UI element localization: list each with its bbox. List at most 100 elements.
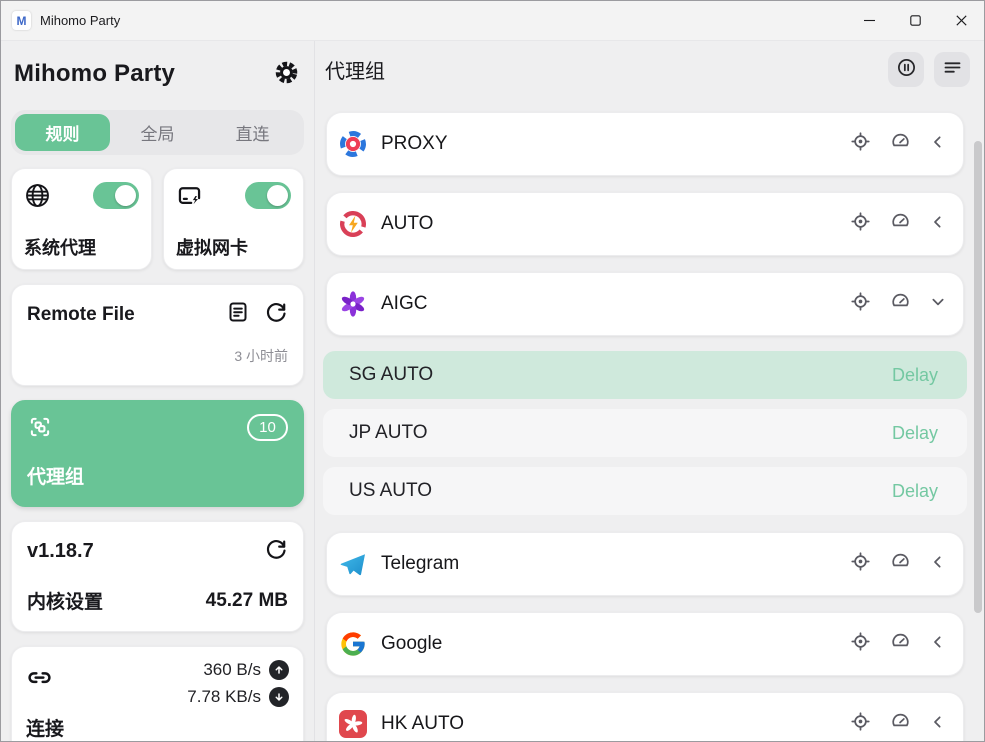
profile-document-icon[interactable] xyxy=(226,300,250,329)
proxy-name: SG AUTO xyxy=(349,364,433,386)
google-icon xyxy=(339,630,367,658)
proxy-name: JP AUTO xyxy=(349,422,428,444)
sidebar: Mihomo Party 规则 全局 直连 xyxy=(1,41,315,741)
profile-updated-time: 3 小时前 xyxy=(27,346,288,366)
chevron-left-icon[interactable] xyxy=(930,554,946,575)
group-row-hk-auto[interactable]: HK AUTO xyxy=(326,692,964,741)
delay-label[interactable]: Delay xyxy=(892,365,938,386)
group-row-google[interactable]: Google xyxy=(326,612,964,676)
system-proxy-card[interactable]: 系统代理 xyxy=(11,168,152,270)
maximize-button[interactable] xyxy=(892,1,938,40)
chevron-left-icon[interactable] xyxy=(930,634,946,655)
chevron-left-icon[interactable] xyxy=(930,214,946,235)
download-arrow-icon xyxy=(269,687,289,707)
download-speed: 7.78 KB/s xyxy=(187,687,261,707)
group-name: Google xyxy=(381,633,442,655)
toggle-knob xyxy=(267,185,288,206)
upload-arrow-icon xyxy=(269,660,289,680)
group-row-aigc[interactable]: AIGC xyxy=(326,272,964,336)
titlebar: M Mihomo Party xyxy=(1,1,984,41)
group-name: HK AUTO xyxy=(381,713,464,735)
link-icon xyxy=(26,664,53,707)
proxy-item-sg-auto[interactable]: SG AUTO Delay xyxy=(323,351,967,399)
group-count-badge: 10 xyxy=(247,414,288,441)
locate-icon[interactable] xyxy=(850,131,871,157)
app-window: M Mihomo Party Mihomo Party xyxy=(0,0,985,742)
tun-toggle[interactable] xyxy=(245,182,291,209)
group-name: AIGC xyxy=(381,293,427,315)
sort-lines-icon xyxy=(942,57,963,81)
sidebar-item-proxy-groups[interactable]: 10 代理组 xyxy=(11,400,304,507)
core-memory: 45.27 MB xyxy=(206,590,288,612)
speedtest-icon[interactable] xyxy=(890,291,911,317)
delay-label[interactable]: Delay xyxy=(892,423,938,444)
chevron-left-icon[interactable] xyxy=(930,714,946,735)
tun-label: 虚拟网卡 xyxy=(176,234,291,260)
group-name: AUTO xyxy=(381,213,433,235)
locate-icon[interactable] xyxy=(850,291,871,317)
group-name: PROXY xyxy=(381,133,448,155)
tab-rule[interactable]: 规则 xyxy=(15,114,110,151)
locate-icon[interactable] xyxy=(850,211,871,237)
pause-delay-test-button[interactable] xyxy=(888,52,924,87)
core-settings-label: 内核设置 xyxy=(27,587,103,614)
speedtest-icon[interactable] xyxy=(890,131,911,157)
proxy-group-list: PROXY xyxy=(315,97,984,741)
speedtest-icon[interactable] xyxy=(890,211,911,237)
group-row-telegram[interactable]: Telegram xyxy=(326,532,964,596)
aigc-group-logo-icon xyxy=(339,290,367,318)
scrollbar-thumb[interactable] xyxy=(974,141,982,613)
minimize-button[interactable] xyxy=(846,1,892,40)
connection-label: 连接 xyxy=(26,714,289,741)
group-row-proxy[interactable]: PROXY xyxy=(326,112,964,176)
delay-label[interactable]: Delay xyxy=(892,481,938,502)
sort-button[interactable] xyxy=(934,52,970,87)
telegram-icon xyxy=(339,550,367,578)
pause-circle-icon xyxy=(896,57,917,81)
window-title: Mihomo Party xyxy=(40,13,120,28)
group-row-auto[interactable]: AUTO xyxy=(326,192,964,256)
close-button[interactable] xyxy=(938,1,984,40)
outbound-mode-tabs: 规则 全局 直连 xyxy=(11,110,304,155)
chevron-down-icon[interactable] xyxy=(930,294,946,315)
speedtest-icon[interactable] xyxy=(890,551,911,577)
profile-refresh-icon[interactable] xyxy=(264,300,288,329)
tab-direct[interactable]: 直连 xyxy=(205,114,300,151)
proxy-name: US AUTO xyxy=(349,480,432,502)
settings-button[interactable] xyxy=(273,59,300,89)
profile-card[interactable]: Remote File xyxy=(11,284,304,386)
tun-card[interactable]: 虚拟网卡 xyxy=(163,168,304,270)
core-card[interactable]: v1.18.7 内核设置 45.27 MB xyxy=(11,521,304,632)
proxy-item-jp-auto[interactable]: JP AUTO Delay xyxy=(323,409,967,457)
proxy-group-logo-icon xyxy=(339,130,367,158)
system-proxy-label: 系统代理 xyxy=(24,234,139,260)
core-refresh-icon[interactable] xyxy=(264,537,288,566)
group-name: Telegram xyxy=(381,553,459,575)
locate-icon[interactable] xyxy=(850,631,871,657)
proxy-item-us-auto[interactable]: US AUTO Delay xyxy=(323,467,967,515)
locate-icon[interactable] xyxy=(850,711,871,737)
proxy-groups-label: 代理组 xyxy=(27,462,288,489)
upload-speed: 360 B/s xyxy=(203,660,261,680)
main-content: 代理组 xyxy=(315,41,984,741)
page-title: 代理组 xyxy=(325,55,385,84)
system-proxy-toggle[interactable] xyxy=(93,182,139,209)
virtual-adapter-icon xyxy=(176,182,203,214)
globe-icon xyxy=(24,182,51,214)
app-logo-icon: M xyxy=(12,11,31,30)
app-title: Mihomo Party xyxy=(14,60,175,88)
auto-group-logo-icon xyxy=(339,210,367,238)
proxy-group-icon xyxy=(27,414,53,445)
speedtest-icon[interactable] xyxy=(890,631,911,657)
tab-global[interactable]: 全局 xyxy=(110,114,205,151)
connection-card[interactable]: 360 B/s 7.78 KB/s 连接 xyxy=(11,646,304,741)
main-header: 代理组 xyxy=(315,41,984,97)
window-controls xyxy=(846,1,984,40)
toggle-knob xyxy=(115,185,136,206)
hk-flag-icon xyxy=(339,710,367,738)
profile-title: Remote File xyxy=(27,304,135,326)
speedtest-icon[interactable] xyxy=(890,711,911,737)
core-version: v1.18.7 xyxy=(27,540,94,563)
chevron-left-icon[interactable] xyxy=(930,134,946,155)
locate-icon[interactable] xyxy=(850,551,871,577)
